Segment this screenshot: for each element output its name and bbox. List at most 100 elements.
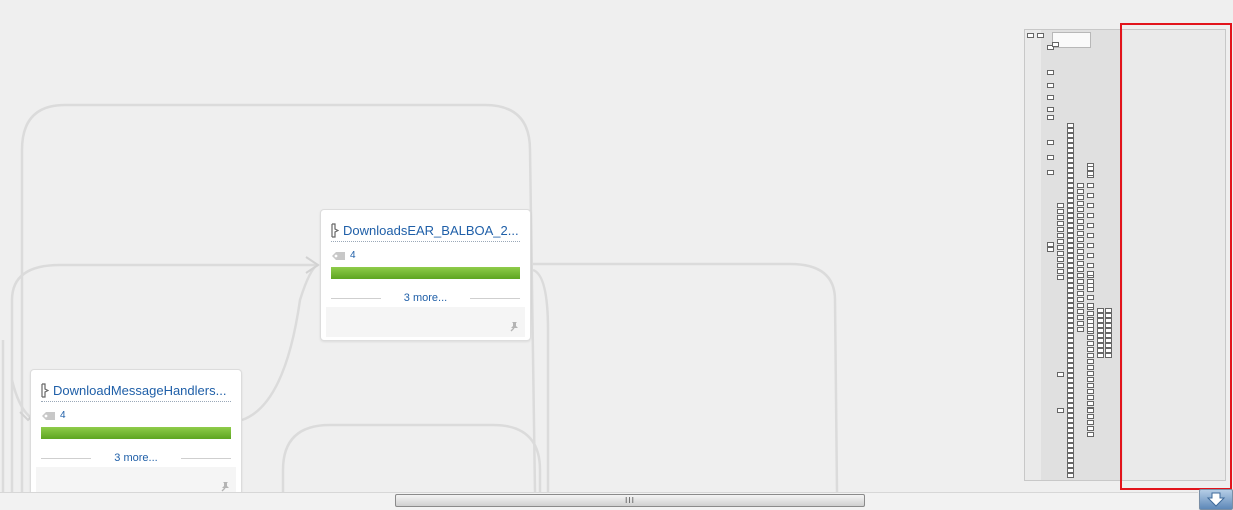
minimap-node bbox=[1087, 414, 1094, 419]
minimap-node bbox=[1087, 271, 1094, 276]
minimap-node bbox=[1087, 335, 1094, 340]
minimap-node bbox=[1077, 225, 1084, 230]
minimap-node bbox=[1047, 155, 1054, 160]
minimap-node bbox=[1087, 213, 1094, 218]
minimap-node bbox=[1087, 420, 1094, 425]
minimap-node bbox=[1087, 319, 1094, 324]
download-button[interactable] bbox=[1199, 489, 1233, 510]
minimap-node bbox=[1057, 227, 1064, 232]
minimap-node bbox=[1077, 327, 1084, 332]
minimap-node bbox=[1057, 203, 1064, 208]
minimap-node bbox=[1057, 372, 1064, 377]
minimap-node bbox=[1087, 353, 1094, 358]
minimap-node bbox=[1087, 171, 1094, 176]
node-card[interactable]: DownloadsEAR_BALBOA_2... 4 3 more... bbox=[320, 209, 531, 341]
grip-icon: III bbox=[624, 496, 636, 505]
minimap-node bbox=[1057, 275, 1064, 280]
minimap-node bbox=[1077, 219, 1084, 224]
minimap-node bbox=[1052, 42, 1059, 47]
minimap-node bbox=[1087, 383, 1094, 388]
minimap-node bbox=[1077, 285, 1084, 290]
minimap-node bbox=[1077, 207, 1084, 212]
minimap-node bbox=[1087, 389, 1094, 394]
node-card-footer bbox=[36, 467, 236, 492]
scrollbar-thumb[interactable]: III bbox=[395, 494, 865, 507]
minimap-node bbox=[1087, 303, 1094, 308]
minimap-node bbox=[1087, 263, 1094, 268]
minimap-node bbox=[1087, 295, 1094, 300]
horizontal-scrollbar[interactable]: III bbox=[0, 492, 1198, 510]
minimap-node bbox=[1047, 247, 1054, 252]
node-count[interactable]: 4 bbox=[350, 250, 356, 261]
tag-icon bbox=[42, 411, 55, 420]
minimap-node bbox=[1077, 249, 1084, 254]
minimap-node bbox=[1077, 231, 1084, 236]
node-title-link[interactable]: DownloadMessageHandlers... bbox=[53, 383, 226, 398]
minimap-node bbox=[1087, 426, 1094, 431]
minimap-node bbox=[1057, 209, 1064, 214]
minimap-node bbox=[1087, 377, 1094, 382]
node-meta: 4 bbox=[41, 410, 66, 421]
minimap-node bbox=[1087, 408, 1094, 413]
minimap-node bbox=[1077, 303, 1084, 308]
minimap-node bbox=[1077, 183, 1084, 188]
node-count[interactable]: 4 bbox=[60, 410, 66, 421]
pin-icon[interactable] bbox=[508, 321, 519, 332]
minimap-node bbox=[1077, 297, 1084, 302]
minimap-node bbox=[1047, 95, 1054, 100]
minimap-node bbox=[1097, 353, 1104, 358]
minimap-node bbox=[1057, 221, 1064, 226]
minimap-node bbox=[1077, 189, 1084, 194]
minimap-node bbox=[1087, 401, 1094, 406]
minimap-node bbox=[1057, 408, 1064, 413]
minimap-node bbox=[1057, 245, 1064, 250]
node-card-footer bbox=[326, 307, 525, 337]
node-progress-bar bbox=[41, 427, 231, 439]
minimap-node bbox=[1077, 201, 1084, 206]
minimap-node bbox=[1087, 365, 1094, 370]
tag-icon bbox=[332, 251, 345, 260]
minimap-node bbox=[1087, 341, 1094, 346]
minimap-node bbox=[1077, 309, 1084, 314]
node-title-link[interactable]: DownloadsEAR_BALBOA_2... bbox=[343, 223, 519, 238]
more-link[interactable]: 3 more... bbox=[331, 291, 520, 305]
minimap-node bbox=[1057, 257, 1064, 262]
minimap-node bbox=[1077, 195, 1084, 200]
package-icon bbox=[41, 382, 49, 398]
minimap-node bbox=[1077, 279, 1084, 284]
minimap-node bbox=[1077, 237, 1084, 242]
minimap-node bbox=[1057, 233, 1064, 238]
minimap-node bbox=[1087, 287, 1094, 292]
minimap-node bbox=[1077, 243, 1084, 248]
minimap-node bbox=[1087, 183, 1094, 188]
node-card-header: DownloadsEAR_BALBOA_2... bbox=[331, 219, 520, 242]
minimap-node bbox=[1057, 251, 1064, 256]
minimap-node bbox=[1087, 327, 1094, 332]
minimap-node bbox=[1087, 395, 1094, 400]
minimap-node bbox=[1087, 359, 1094, 364]
minimap-node bbox=[1087, 432, 1094, 437]
minimap-node bbox=[1087, 243, 1094, 248]
minimap-node bbox=[1087, 347, 1094, 352]
minimap-node bbox=[1087, 311, 1094, 316]
minimap-node bbox=[1087, 253, 1094, 258]
minimap-node bbox=[1047, 140, 1054, 145]
minimap-node bbox=[1027, 33, 1034, 38]
node-progress-bar bbox=[331, 267, 520, 279]
minimap-node bbox=[1047, 83, 1054, 88]
minimap-node bbox=[1047, 107, 1054, 112]
pin-icon[interactable] bbox=[219, 481, 230, 492]
minimap-node bbox=[1057, 239, 1064, 244]
minimap-node bbox=[1057, 263, 1064, 268]
minimap-node bbox=[1087, 203, 1094, 208]
minimap-node bbox=[1077, 291, 1084, 296]
minimap-node bbox=[1077, 255, 1084, 260]
download-arrow-icon bbox=[1206, 492, 1226, 507]
more-link[interactable]: 3 more... bbox=[41, 451, 231, 465]
minimap-node bbox=[1087, 279, 1094, 284]
node-card-header: DownloadMessageHandlers... bbox=[41, 379, 231, 402]
minimap-node bbox=[1105, 353, 1112, 358]
minimap-node bbox=[1077, 321, 1084, 326]
node-card[interactable]: DownloadMessageHandlers... 4 3 more... bbox=[30, 369, 242, 492]
minimap-node bbox=[1057, 269, 1064, 274]
